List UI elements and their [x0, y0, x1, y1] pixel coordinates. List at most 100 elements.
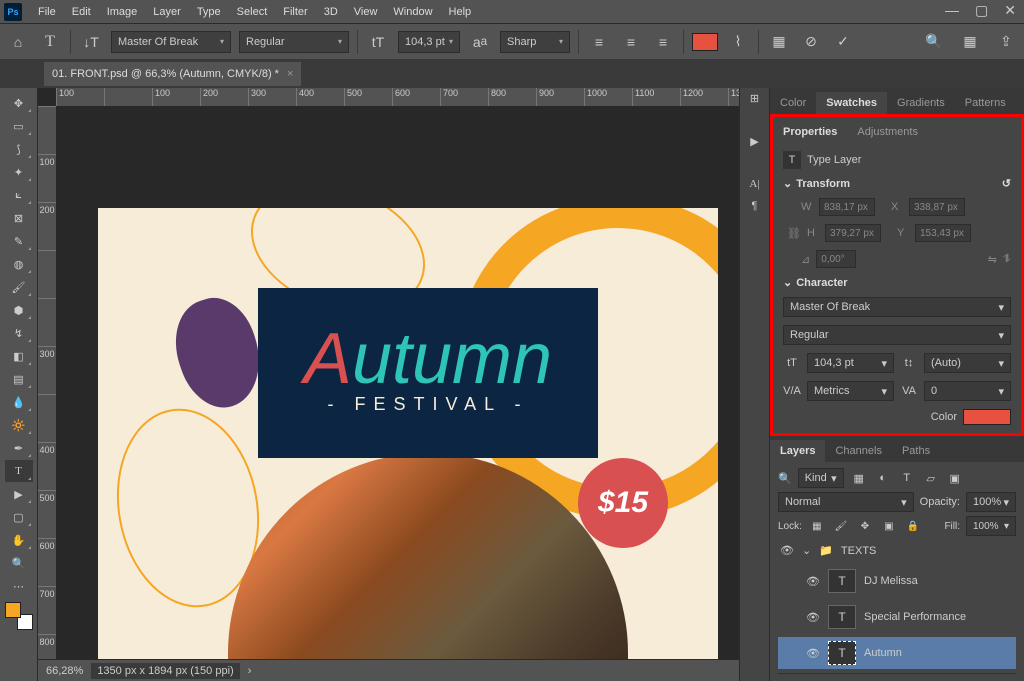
lock-transparent-icon[interactable]: ▦	[808, 517, 826, 535]
document-tab[interactable]: 01. FRONT.psd @ 66,3% (Autumn, CMYK/8) *…	[44, 62, 301, 86]
y-field[interactable]: 153,43 px	[915, 224, 971, 242]
warp-text-icon[interactable]: ⌇	[726, 30, 750, 54]
align-right-icon[interactable]: ≡	[651, 30, 675, 54]
hand-tool[interactable]: ✋	[5, 529, 33, 551]
gradient-tool[interactable]: ▤	[5, 368, 33, 390]
pen-tool[interactable]: ✒	[5, 437, 33, 459]
width-field[interactable]: 838,17 px	[819, 198, 875, 216]
swatches-collapsed-icon[interactable]: ⊞	[750, 92, 759, 105]
workspace-icon[interactable]: ▦	[958, 30, 982, 54]
visibility-icon[interactable]: 👁	[780, 544, 794, 557]
blur-tool[interactable]: 💧	[5, 391, 33, 413]
char-font-dropdown[interactable]: Master Of Break▾	[783, 297, 1011, 317]
edit-toolbar[interactable]: ⋯	[5, 575, 33, 597]
angle-field[interactable]: 0,00°	[816, 250, 856, 268]
eyedropper-tool[interactable]: ✎	[5, 230, 33, 252]
dodge-tool[interactable]: 🔆	[5, 414, 33, 436]
link-icon[interactable]: ⛓	[787, 227, 801, 240]
cancel-icon[interactable]: ⊘	[799, 30, 823, 54]
char-color-swatch[interactable]	[963, 409, 1011, 425]
menu-select[interactable]: Select	[229, 4, 276, 20]
tab-swatches[interactable]: Swatches	[816, 92, 887, 114]
char-leading-dropdown[interactable]: (Auto)▾	[924, 353, 1011, 373]
fill-dropdown[interactable]: 100%▾	[966, 516, 1016, 536]
share-icon[interactable]: ⇪	[994, 30, 1018, 54]
healing-tool[interactable]: ◍	[5, 253, 33, 275]
layer-autumn[interactable]: 👁 T Autumn	[778, 637, 1016, 669]
menu-image[interactable]: Image	[99, 4, 146, 20]
filter-type-icon[interactable]: T	[898, 469, 916, 487]
menu-type[interactable]: Type	[189, 4, 229, 20]
lock-pixels-icon[interactable]: 🖌	[832, 517, 850, 535]
filter-shape-icon[interactable]: ▱	[922, 469, 940, 487]
character-panel-icon[interactable]: ▦	[767, 30, 791, 54]
font-size-dropdown[interactable]: 104,3 pt▾	[398, 31, 460, 53]
align-left-icon[interactable]: ≡	[587, 30, 611, 54]
filter-pixel-icon[interactable]: ▦	[850, 469, 868, 487]
font-family-dropdown[interactable]: Master Of Break▾	[111, 31, 231, 53]
layer-special-performance[interactable]: 👁 T Special Performance	[778, 601, 1016, 633]
character-section[interactable]: ⌄Character	[783, 276, 1011, 289]
antialias-dropdown[interactable]: Sharp▾	[500, 31, 570, 53]
flip-v-icon[interactable]: ⥮	[1003, 253, 1011, 266]
lock-artboard-icon[interactable]: ▣	[880, 517, 898, 535]
char-kerning-dropdown[interactable]: Metrics▾	[807, 381, 894, 401]
tab-properties[interactable]: Properties	[773, 121, 847, 143]
commit-icon[interactable]: ✓	[831, 30, 855, 54]
zoom-tool[interactable]: 🔍	[5, 552, 33, 574]
layer-filter-dropdown[interactable]: Kind▾	[798, 468, 844, 488]
filter-adjust-icon[interactable]: ◐	[874, 469, 892, 487]
blend-mode-dropdown[interactable]: Normal▾	[778, 492, 914, 512]
reset-icon[interactable]: ↺	[1002, 177, 1011, 190]
tab-color[interactable]: Color	[770, 92, 816, 114]
artboard[interactable]: Autumn - FESTIVAL - $15	[98, 208, 718, 681]
font-weight-dropdown[interactable]: Regular▾	[239, 31, 349, 53]
move-tool[interactable]: ✥	[5, 92, 33, 114]
visibility-icon[interactable]: 👁	[806, 647, 820, 660]
lock-position-icon[interactable]: ✥	[856, 517, 874, 535]
layer-group-texts[interactable]: 👁 ⌄📁 TEXTS	[778, 540, 1016, 561]
doc-info[interactable]: 1350 px x 1894 px (150 ppi)	[91, 663, 239, 679]
tab-close-icon[interactable]: ×	[287, 68, 293, 80]
menu-help[interactable]: Help	[441, 4, 480, 20]
menu-window[interactable]: Window	[385, 4, 440, 20]
frame-tool[interactable]: ⊠	[5, 207, 33, 229]
stamp-tool[interactable]: ⬢	[5, 299, 33, 321]
orientation-icon[interactable]: ↓T	[79, 30, 103, 54]
foreground-background-colors[interactable]	[5, 602, 33, 630]
brush-tool[interactable]: 🖌	[5, 276, 33, 298]
tab-paths[interactable]: Paths	[892, 440, 940, 462]
opacity-dropdown[interactable]: 100%▾	[966, 492, 1016, 512]
menu-3d[interactable]: 3D	[316, 4, 346, 20]
shape-tool[interactable]: ▢	[5, 506, 33, 528]
search-icon[interactable]: 🔍	[922, 30, 946, 54]
history-brush-tool[interactable]: ↯	[5, 322, 33, 344]
type-tool[interactable]: T	[5, 460, 33, 482]
x-field[interactable]: 338,87 px	[909, 198, 965, 216]
height-field[interactable]: 379,27 px	[825, 224, 881, 242]
wand-tool[interactable]: ✦	[5, 161, 33, 183]
eraser-tool[interactable]: ◧	[5, 345, 33, 367]
zoom-level[interactable]: 66,28%	[46, 665, 83, 677]
transform-section[interactable]: ⌄Transform ↺	[783, 177, 1011, 190]
layer-dj-melissa[interactable]: 👁 T DJ Melissa	[778, 565, 1016, 597]
tab-patterns[interactable]: Patterns	[955, 92, 1016, 114]
crop-tool[interactable]: ⟀	[5, 184, 33, 206]
char-weight-dropdown[interactable]: Regular▾	[783, 325, 1011, 345]
tab-gradients[interactable]: Gradients	[887, 92, 955, 114]
tab-layers[interactable]: Layers	[770, 440, 825, 462]
lasso-tool[interactable]: ⟆	[5, 138, 33, 160]
minimize-icon[interactable]: —	[945, 2, 959, 19]
menu-edit[interactable]: Edit	[64, 4, 99, 20]
align-center-icon[interactable]: ≡	[619, 30, 643, 54]
paragraph-collapsed-icon[interactable]: ¶	[752, 200, 758, 212]
menu-file[interactable]: File	[30, 4, 64, 20]
character-collapsed-icon[interactable]: A|	[749, 178, 759, 190]
canvas-area[interactable]: 1001002003004005006007008009001000110012…	[38, 88, 739, 681]
menu-view[interactable]: View	[346, 4, 386, 20]
tab-channels[interactable]: Channels	[825, 440, 891, 462]
close-icon[interactable]: ✕	[1004, 2, 1016, 19]
history-collapsed-icon[interactable]: ▶	[750, 135, 758, 148]
filter-smart-icon[interactable]: ▣	[946, 469, 964, 487]
lock-all-icon[interactable]: 🔒	[904, 517, 922, 535]
